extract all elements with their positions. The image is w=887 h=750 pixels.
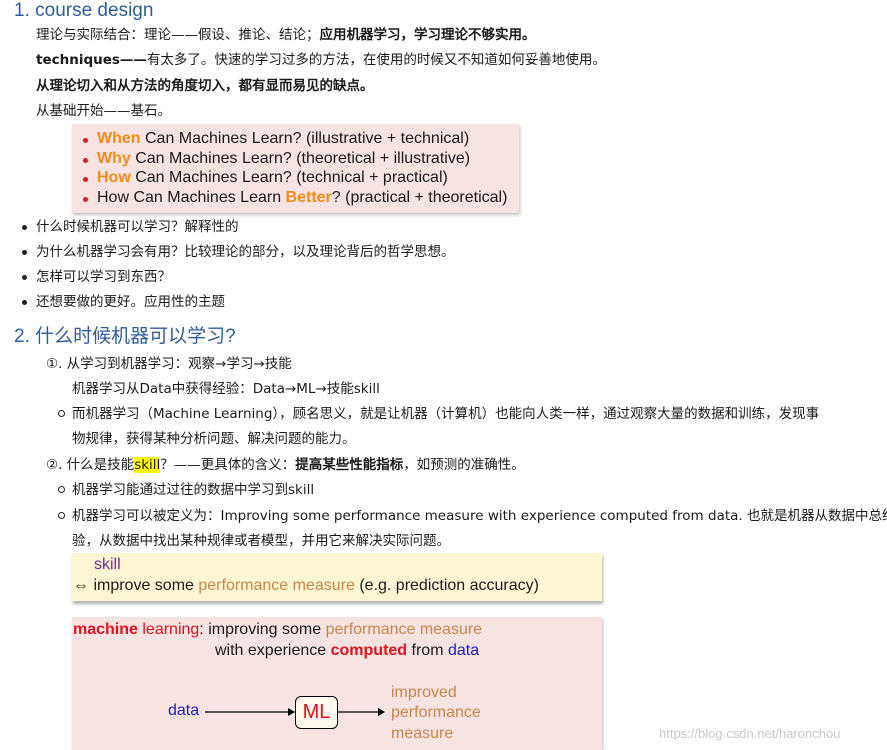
sub1-line2: 物规律，获得某种分析问题、解决问题的能力。 bbox=[72, 431, 356, 447]
section1-heading: 1. course design bbox=[14, 0, 154, 21]
line2-plain: 有太多了。快速的学习过多的方法，在使用的时候又不知道如何妥善地使用。 bbox=[146, 52, 606, 68]
slide-item-better: How Can Machines Learn Better? (practica… bbox=[97, 189, 508, 206]
section2-heading: 2. 什么时候机器可以学习? bbox=[14, 326, 236, 347]
skill-word: skill bbox=[94, 556, 121, 573]
skill-definition: ⇔ improve some performance measure (e.g.… bbox=[73, 577, 539, 594]
sub3-line2: 验，从数据中找出某种规律或者模型，并用它来解决实际问题。 bbox=[72, 533, 450, 549]
diagram-ml-node: ML bbox=[295, 696, 338, 729]
arrowhead bbox=[378, 708, 385, 716]
list-item: 怎样可以学习到东西？ bbox=[22, 269, 171, 285]
slide-bullet bbox=[83, 158, 88, 163]
item2-line: ②. 什么是技能skill？——更具体的含义：提高某些性能指标，如预测的准确性。 bbox=[46, 457, 525, 473]
slide-item-how: How Can Machines Learn? (technical + pra… bbox=[97, 169, 448, 186]
line1-plain: 理论与实际结合：理论——假设、推论、结论； bbox=[36, 27, 320, 43]
section1-line3: 从理论切入和从方法的角度切入，都有显而易见的缺点。 bbox=[36, 78, 374, 94]
section1-line4: 从基础开始——基石。 bbox=[36, 103, 171, 119]
section1-line1: 理论与实际结合：理论——假设、推论、结论；应用机器学习，学习理论不够实用。 bbox=[36, 26, 536, 44]
section1-line2: techniques——有太多了。快速的学习过多的方法，在使用的时候又不知道如何… bbox=[36, 51, 606, 69]
diagram-output-1: improved bbox=[391, 684, 457, 701]
list-item: 什么时候机器可以学习？解释性的 bbox=[22, 219, 239, 235]
list-item: 还想要做的更好。应用性的主题 bbox=[22, 294, 225, 310]
slide-bullet bbox=[83, 177, 88, 182]
item1-line1: ①. 从学习到机器学习：观察→学习→技能 bbox=[46, 356, 292, 372]
diagram-data-label: data bbox=[168, 702, 200, 719]
skill-highlight: skill bbox=[134, 457, 161, 473]
slide-bullet bbox=[83, 197, 88, 202]
slide-item-when: When Can Machines Learn? (illustrative +… bbox=[97, 130, 470, 147]
sub1-line1: 而机器学习（Machine Learning），顾名思义，就是让机器（计算机）也… bbox=[57, 406, 820, 422]
slide-bullet bbox=[83, 138, 88, 143]
line2-bold: techniques—— bbox=[36, 52, 147, 68]
diagram-output-3: measure bbox=[391, 725, 454, 742]
sub2-line: 机器学习能通过过往的数据中学习到skill bbox=[57, 482, 315, 498]
arrowhead bbox=[288, 708, 295, 716]
sub3-line1: 机器学习可以被定义为：Improving some performance me… bbox=[58, 507, 887, 525]
line1-bold: 应用机器学习，学习理论不够实用。 bbox=[319, 27, 536, 43]
equivalence-icon: ⇔ bbox=[73, 577, 89, 594]
watermark: https://blog.csdn.net/haronchou bbox=[659, 726, 841, 741]
item1-line2: 机器学习从Data中获得经验：Data→ML→技能skill bbox=[72, 381, 380, 397]
ml-definition-line2: with experience computed from data bbox=[215, 642, 480, 659]
list-item: 为什么机器学习会有用？比较理论的部分，以及理论背后的哲学思想。 bbox=[22, 244, 455, 260]
ml-definition-line1: machine learning: improving some perform… bbox=[73, 621, 483, 638]
diagram-output-2: performance bbox=[391, 704, 481, 721]
slide-item-why: Why Can Machines Learn? (theoretical + i… bbox=[97, 150, 471, 167]
